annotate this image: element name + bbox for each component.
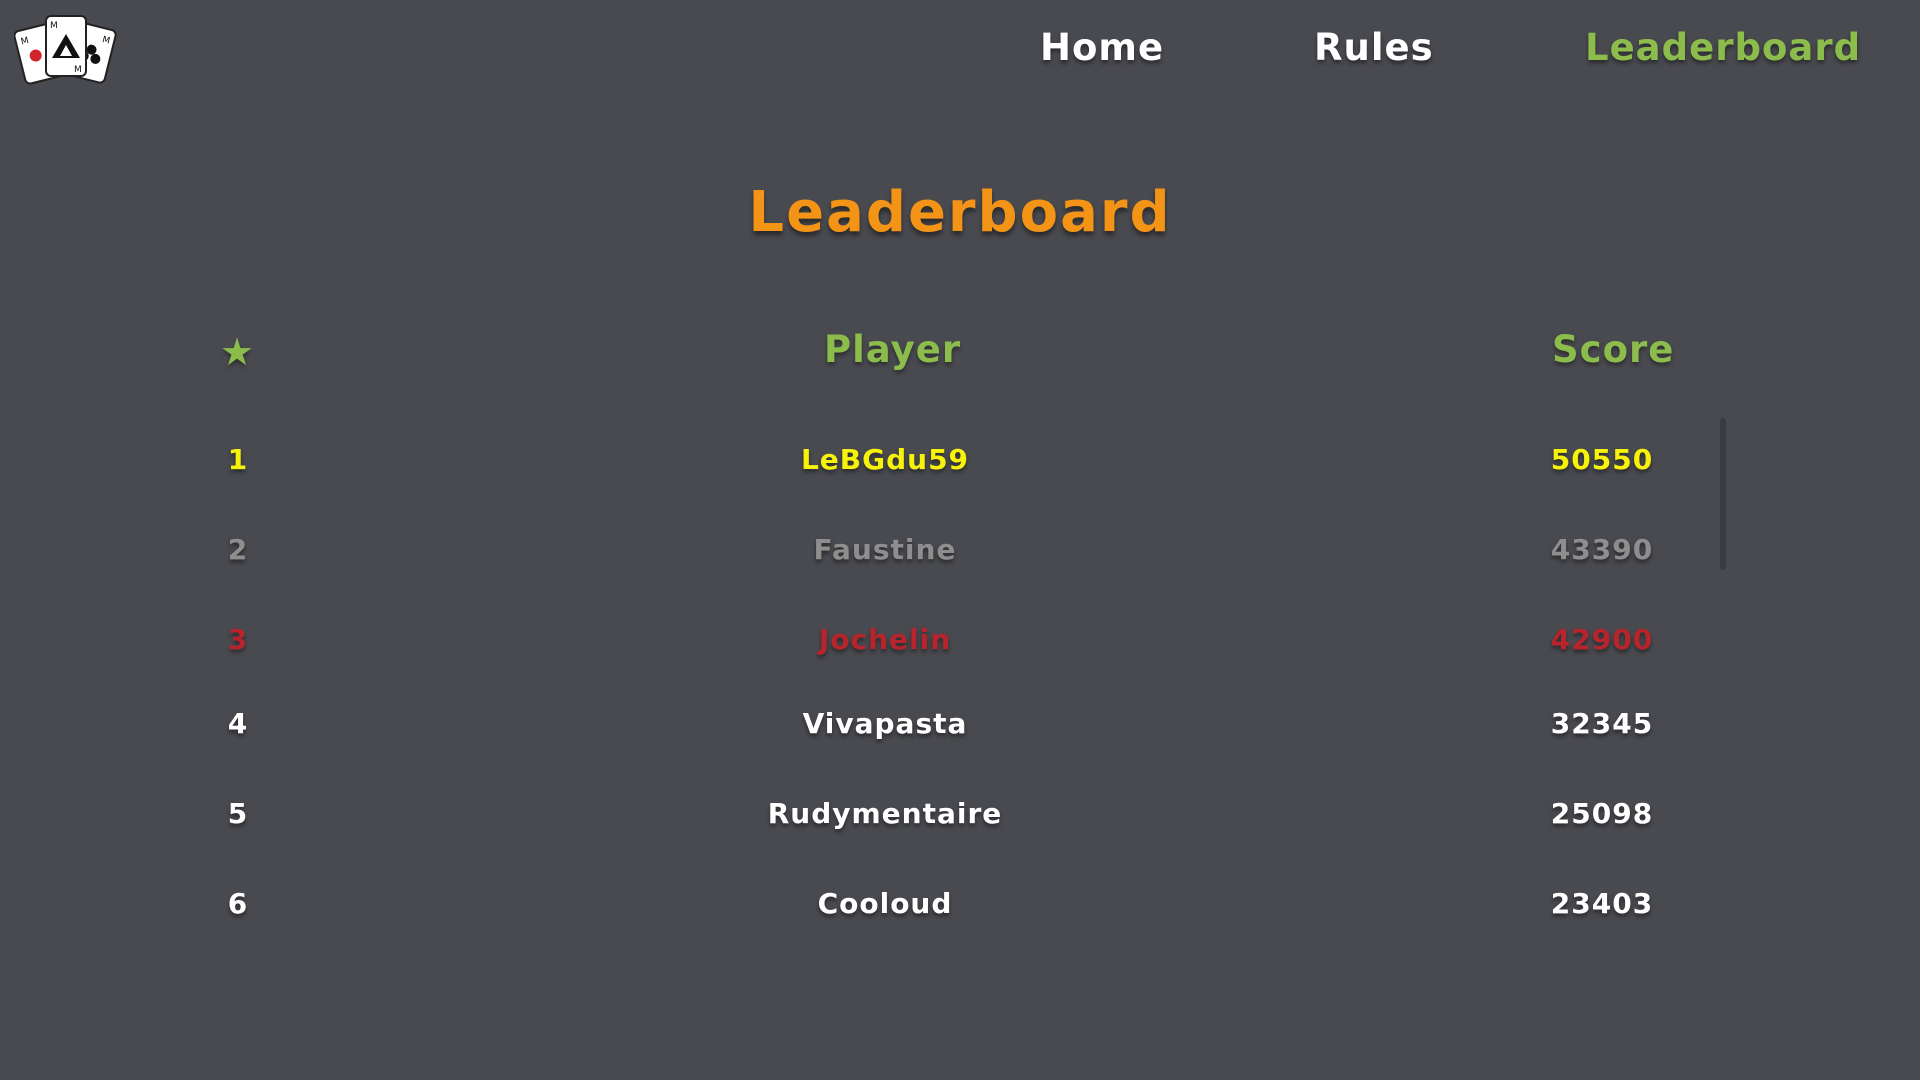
- table-row: 1 LeBGdu59 50550: [0, 431, 1920, 491]
- score-cell: 42900: [1550, 623, 1654, 656]
- leaderboard-page: M M M M Home Rules Leaderboard Leaderboa…: [0, 0, 1920, 1080]
- table-row: 2 Faustine 43390: [0, 521, 1920, 581]
- score-cell: 32345: [1550, 707, 1654, 740]
- score-cell: 43390: [1550, 533, 1654, 566]
- table-row: 5 Rudymentaire 25098: [0, 785, 1920, 845]
- table-row: 3 Jochelin 42900: [0, 611, 1920, 671]
- player-cell: Vivapasta: [802, 707, 968, 740]
- player-cell: Rudymentaire: [767, 797, 1003, 830]
- rank-cell: 5: [227, 797, 249, 830]
- player-cell: Jochelin: [818, 623, 952, 656]
- rank-cell: 2: [227, 533, 249, 566]
- table-row: 6 Cooloud 23403: [0, 875, 1920, 935]
- table-row: 4 Vivapasta 32345: [0, 695, 1920, 755]
- rank-cell: 1: [227, 443, 249, 476]
- leaderboard-scrollbar[interactable]: [1720, 418, 1726, 570]
- leaderboard-list[interactable]: 1 LeBGdu59 50550 2 Faustine 43390 3 Joch…: [0, 0, 1920, 1080]
- player-cell: LeBGdu59: [800, 443, 970, 476]
- score-cell: 50550: [1550, 443, 1654, 476]
- rank-cell: 6: [227, 887, 249, 920]
- score-cell: 23403: [1550, 887, 1654, 920]
- rank-cell: 4: [227, 707, 249, 740]
- rank-cell: 3: [227, 623, 249, 656]
- player-cell: Faustine: [813, 533, 957, 566]
- player-cell: Cooloud: [817, 887, 953, 920]
- score-cell: 25098: [1550, 797, 1654, 830]
